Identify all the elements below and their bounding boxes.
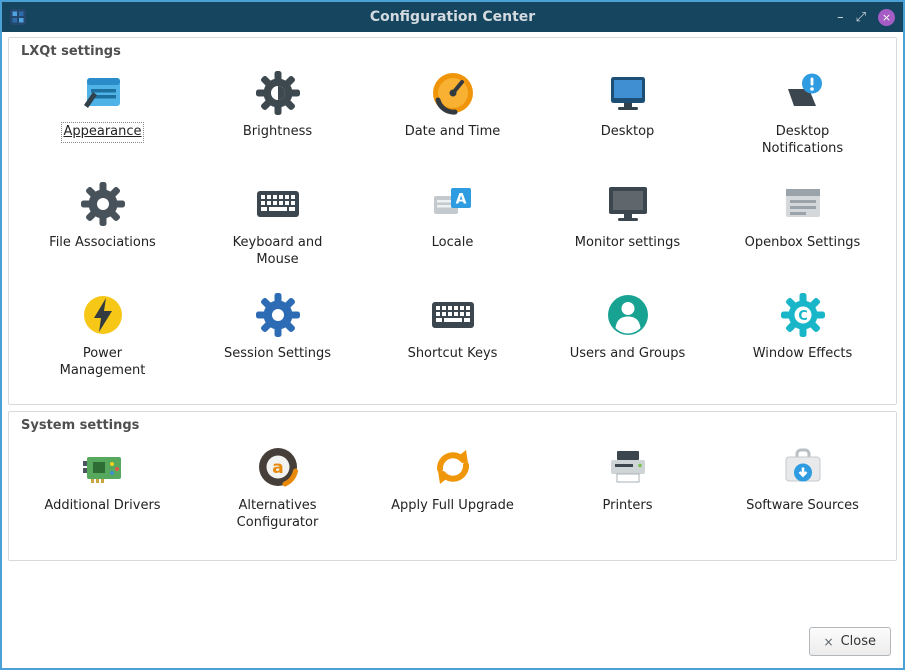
keyboard-icon bbox=[254, 180, 302, 228]
group-lxqt-settings: LXQt settings Appearance bbox=[8, 37, 897, 405]
power-icon bbox=[79, 291, 127, 339]
settings-item-session-settings[interactable]: Session Settings bbox=[190, 283, 365, 394]
footer: × Close bbox=[8, 561, 897, 658]
settings-item-desktop[interactable]: Desktop bbox=[540, 61, 715, 172]
settings-item-window-effects[interactable]: C Window Effects bbox=[715, 283, 890, 394]
settings-item-label: Software Sources bbox=[746, 498, 859, 515]
settings-item-apply-full-upgrade[interactable]: Apply Full Upgrade bbox=[365, 435, 540, 539]
window-icon bbox=[10, 9, 26, 25]
settings-item-desktop-notifications[interactable]: Desktop Notifications bbox=[715, 61, 890, 172]
keyboard-icon bbox=[429, 291, 477, 339]
settings-item-label: Additional Drivers bbox=[44, 498, 160, 515]
gear-icon bbox=[254, 291, 302, 339]
svg-text:A: A bbox=[455, 192, 466, 208]
settings-item-software-sources[interactable]: Software Sources bbox=[715, 435, 890, 539]
settings-item-power-management[interactable]: Power Management bbox=[15, 283, 190, 394]
drivers-card-icon bbox=[79, 443, 127, 491]
settings-item-keyboard-and-mouse[interactable]: Keyboard and Mouse bbox=[190, 172, 365, 283]
close-x-icon: × bbox=[824, 635, 834, 649]
configuration-center-window: Configuration Center – ⤢ × LXQt settings bbox=[0, 0, 905, 670]
settings-item-label: Appearance bbox=[63, 124, 141, 141]
close-button[interactable]: × Close bbox=[809, 627, 891, 656]
user-icon bbox=[604, 291, 652, 339]
settings-item-additional-drivers[interactable]: Additional Drivers bbox=[15, 435, 190, 539]
svg-text:a: a bbox=[272, 458, 283, 478]
minimize-button[interactable]: – bbox=[837, 11, 844, 24]
appearance-icon bbox=[79, 69, 127, 117]
settings-item-shortcut-keys[interactable]: Shortcut Keys bbox=[365, 283, 540, 394]
settings-item-label: Openbox Settings bbox=[745, 235, 861, 252]
settings-item-label: Alternatives Configurator bbox=[215, 498, 341, 531]
group-title-lxqt: LXQt settings bbox=[15, 42, 890, 61]
upgrade-refresh-icon bbox=[429, 443, 477, 491]
settings-item-label: Power Management bbox=[40, 346, 166, 379]
lxqt-settings-grid: Appearance Brightness bbox=[15, 61, 890, 394]
settings-item-label: Date and Time bbox=[405, 124, 501, 141]
window-content: LXQt settings Appearance bbox=[2, 32, 903, 668]
notification-icon bbox=[779, 69, 827, 117]
settings-item-users-and-groups[interactable]: Users and Groups bbox=[540, 283, 715, 394]
effects-gear-icon: C bbox=[779, 291, 827, 339]
settings-item-file-associations[interactable]: File Associations bbox=[15, 172, 190, 283]
settings-item-label: Desktop Notifications bbox=[740, 124, 866, 157]
settings-item-label: Brightness bbox=[243, 124, 312, 141]
settings-item-label: Shortcut Keys bbox=[408, 346, 498, 363]
settings-item-label: Apply Full Upgrade bbox=[391, 498, 514, 515]
settings-item-label: File Associations bbox=[49, 235, 156, 252]
gear-icon bbox=[79, 180, 127, 228]
maximize-button[interactable]: ⤢ bbox=[856, 11, 866, 24]
settings-item-label: Monitor settings bbox=[575, 235, 680, 252]
close-button-label: Close bbox=[841, 634, 876, 649]
settings-item-locale[interactable]: A Locale bbox=[365, 172, 540, 283]
settings-item-label: Printers bbox=[602, 498, 652, 515]
locale-icon: A bbox=[429, 180, 477, 228]
svg-text:C: C bbox=[798, 309, 808, 324]
settings-item-openbox-settings[interactable]: Openbox Settings bbox=[715, 172, 890, 283]
clock-icon bbox=[429, 69, 477, 117]
monitor-icon bbox=[604, 180, 652, 228]
group-title-system: System settings bbox=[15, 416, 890, 435]
settings-item-alternatives-configurator[interactable]: a Alternatives Configurator bbox=[190, 435, 365, 539]
settings-item-date-and-time[interactable]: Date and Time bbox=[365, 61, 540, 172]
settings-item-printers[interactable]: Printers bbox=[540, 435, 715, 539]
software-sources-icon bbox=[779, 443, 827, 491]
settings-item-label: Session Settings bbox=[224, 346, 331, 363]
settings-item-brightness[interactable]: Brightness bbox=[190, 61, 365, 172]
printer-icon bbox=[604, 443, 652, 491]
window-title: Configuration Center bbox=[2, 9, 903, 25]
settings-item-label: Desktop bbox=[601, 124, 655, 141]
titlebar: Configuration Center – ⤢ × bbox=[2, 2, 903, 32]
openbox-icon bbox=[779, 180, 827, 228]
settings-item-label: Window Effects bbox=[753, 346, 853, 363]
system-settings-grid: Additional Drivers a Alternatives Config… bbox=[15, 435, 890, 539]
close-window-button[interactable]: × bbox=[878, 9, 895, 26]
desktop-icon bbox=[604, 69, 652, 117]
group-system-settings: System settings bbox=[8, 411, 897, 561]
alternatives-icon: a bbox=[254, 443, 302, 491]
brightness-icon bbox=[254, 69, 302, 117]
settings-item-monitor-settings[interactable]: Monitor settings bbox=[540, 172, 715, 283]
settings-item-label: Users and Groups bbox=[570, 346, 685, 363]
settings-item-appearance[interactable]: Appearance bbox=[15, 61, 190, 172]
settings-item-label: Keyboard and Mouse bbox=[215, 235, 341, 268]
settings-item-label: Locale bbox=[432, 235, 474, 252]
